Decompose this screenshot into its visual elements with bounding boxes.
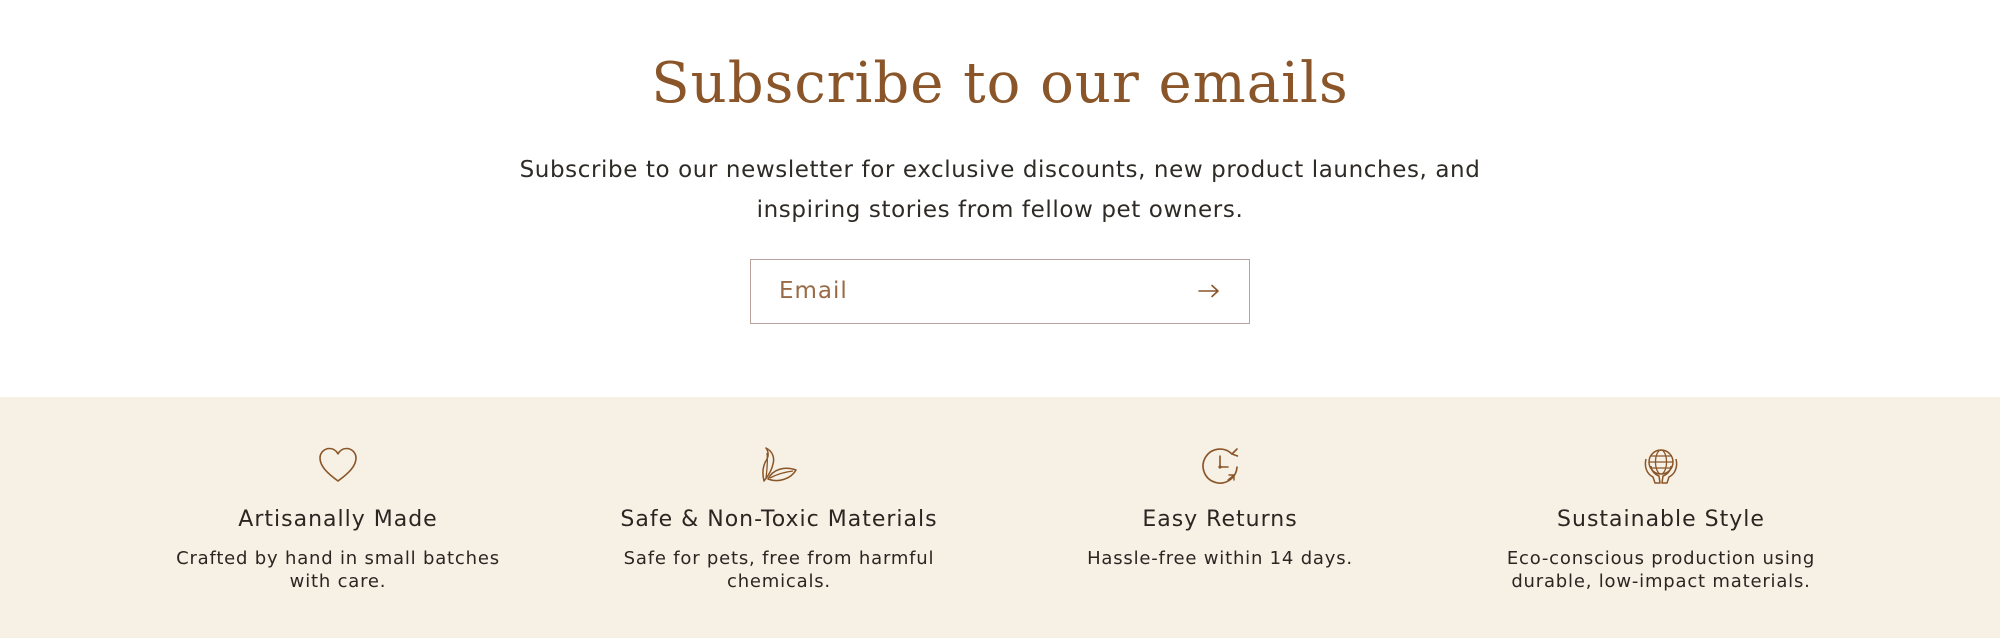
feature-safe-materials: Safe & Non-Toxic Materials Safe for pets…: [559, 397, 999, 638]
feature-text: Safe for pets, free from harmful chemica…: [623, 548, 935, 592]
feature-title: Artisanally Made: [238, 507, 438, 532]
feature-easy-returns: Easy Returns Hassle-free within 14 days.: [1000, 397, 1440, 638]
features-section: Artisanally Made Crafted by hand in smal…: [0, 397, 2000, 638]
leaf-icon: [762, 447, 797, 482]
clock-return-icon: [1202, 448, 1239, 484]
feature-text: Hassle-free within 14 days.: [1087, 548, 1353, 569]
feature-title: Safe & Non-Toxic Materials: [620, 507, 938, 532]
feature-title: Easy Returns: [1142, 507, 1298, 532]
newsletter-description: Subscribe to our newsletter for exclusiv…: [519, 157, 1481, 223]
feature-icon-wrapper: [1441, 445, 1881, 487]
newsletter-form: [750, 259, 1250, 324]
feature-text: Eco-conscious production using durable, …: [1506, 548, 1816, 592]
feature-icon-wrapper: [118, 445, 558, 487]
globe-hands-icon: [1644, 449, 1678, 484]
arrow-right-icon: [1198, 284, 1219, 298]
feature-text: Crafted by hand in small batches with ca…: [176, 548, 500, 592]
subscribe-button[interactable]: [1169, 260, 1249, 322]
feature-artisanally-made: Artisanally Made Crafted by hand in smal…: [118, 397, 558, 638]
heart-icon: [319, 447, 357, 482]
feature-title: Sustainable Style: [1557, 507, 1765, 532]
feature-icon-wrapper: [559, 445, 999, 487]
newsletter-section: Subscribe to our emails Subscribe to our…: [0, 0, 2000, 397]
feature-icon-wrapper: [1000, 445, 1440, 487]
email-input[interactable]: [751, 260, 1171, 322]
newsletter-title: Subscribe to our emails: [651, 51, 1349, 116]
feature-sustainable-style: Sustainable Style Eco-conscious producti…: [1441, 397, 1881, 638]
